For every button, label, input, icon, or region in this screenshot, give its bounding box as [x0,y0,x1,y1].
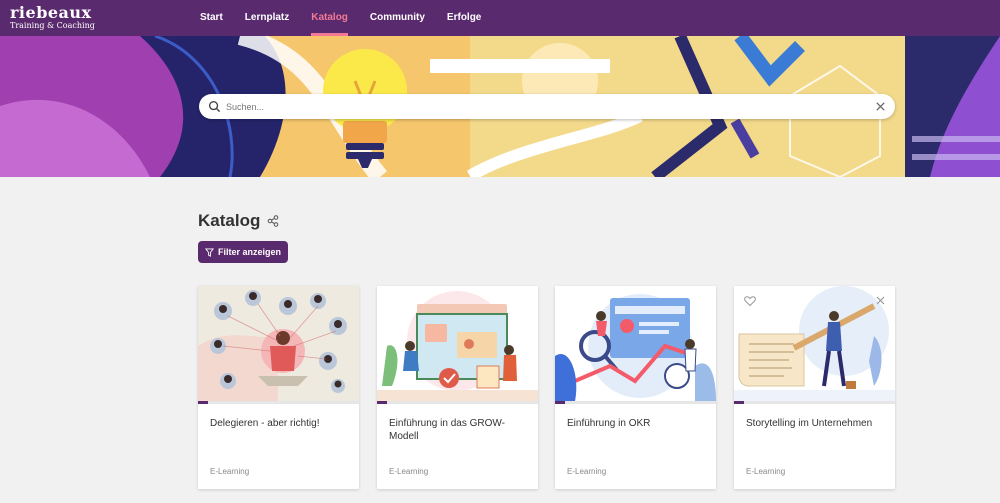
search-icon [208,100,221,113]
progress-fill [198,401,208,404]
main-nav: Start Lernplatz Katalog Community Erfolg… [200,0,503,36]
page-title: Katalog [198,211,261,230]
course-type: E-Learning [567,467,607,476]
progress-fill [377,401,387,404]
filter-button-label: Filter anzeigen [217,247,281,257]
progress-bar [734,401,895,404]
course-image [377,286,538,401]
course-title: Storytelling im Unternehmen [746,418,873,429]
top-navigation-bar: riebeaux Training & Coaching Start Lernp… [0,0,1000,36]
course-card[interactable]: Einführung in OKR E-Learning [555,286,716,489]
progress-fill [734,401,744,404]
course-card[interactable]: Storytelling im Unternehmen E-Learning [734,286,895,489]
progress-fill [555,401,565,404]
search-bar [199,94,895,119]
clear-icon[interactable] [874,100,887,113]
course-image [734,286,895,401]
course-title: Einführung in das GROW-Modell [389,418,505,442]
course-card[interactable]: Delegieren - aber richtig! E-Learning [198,286,359,489]
course-type: E-Learning [210,467,250,476]
share-icon[interactable] [267,215,279,227]
course-type: E-Learning [746,467,786,476]
brand-name: riebeaux [10,3,92,22]
course-image [555,286,716,401]
brand-logo[interactable]: riebeaux Training & Coaching [10,4,95,30]
course-image [198,286,359,401]
nav-item-lernplatz[interactable]: Lernplatz [245,0,300,36]
filter-icon [204,247,214,257]
nav-item-erfolge[interactable]: Erfolge [447,0,492,36]
progress-bar [377,401,538,404]
nav-item-start[interactable]: Start [200,0,234,36]
course-title: Einführung in OKR [567,418,651,429]
course-type: E-Learning [389,467,429,476]
search-input[interactable] [226,94,866,119]
nav-item-community[interactable]: Community [370,0,436,36]
progress-bar [555,401,716,404]
nav-item-katalog[interactable]: Katalog [311,0,359,36]
course-title: Delegieren - aber richtig! [210,418,320,429]
course-card[interactable]: Einführung in das GROW-Modell E-Learning [377,286,538,489]
brand-tagline: Training & Coaching [10,21,95,30]
progress-bar [198,401,359,404]
close-icon[interactable] [875,295,886,306]
filter-button[interactable]: Filter anzeigen [198,241,288,263]
heart-icon[interactable] [744,295,756,307]
